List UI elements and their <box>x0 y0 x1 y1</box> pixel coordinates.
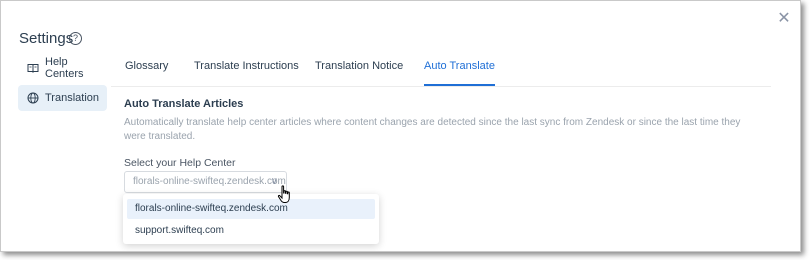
tab-translate-instructions[interactable]: Translate Instructions <box>194 51 299 86</box>
tab-glossary[interactable]: Glossary <box>125 51 168 86</box>
hand-pointer-icon <box>277 185 293 205</box>
section-description: Automatically translate help center arti… <box>124 117 741 142</box>
help-center-select[interactable]: florals-online-swifteq.zendesk.com ∨ <box>124 171 287 193</box>
page-title: Settings <box>19 30 74 47</box>
dropdown-option[interactable]: support.swifteq.com <box>127 221 375 241</box>
tab-bar: Glossary Translate Instructions Translat… <box>111 51 771 87</box>
select-placeholder: florals-online-swifteq.zendesk.com <box>133 176 286 187</box>
section-title: Auto Translate Articles <box>124 98 244 110</box>
globe-icon <box>27 92 39 104</box>
sidebar-item-translation[interactable]: Translation <box>18 85 107 111</box>
help-center-select-label: Select your Help Center <box>124 157 236 169</box>
tab-auto-translate[interactable]: Auto Translate <box>424 51 495 86</box>
close-icon[interactable]: ✕ <box>776 11 792 27</box>
settings-dialog: Settings ? ✕ Help Centers Translation Gl… <box>0 0 801 252</box>
question-circle-icon[interactable]: ? <box>69 32 82 45</box>
help-center-dropdown: florals-online-swifteq.zendesk.com suppo… <box>123 194 379 244</box>
sidebar-item-label: Help Centers <box>45 56 84 80</box>
dropdown-option[interactable]: florals-online-swifteq.zendesk.com <box>127 199 375 219</box>
sidebar-item-help-centers[interactable]: Help Centers <box>18 55 107 81</box>
book-icon <box>27 62 39 74</box>
tab-translation-notice[interactable]: Translation Notice <box>315 51 403 86</box>
sidebar-item-label: Translation <box>45 92 100 104</box>
